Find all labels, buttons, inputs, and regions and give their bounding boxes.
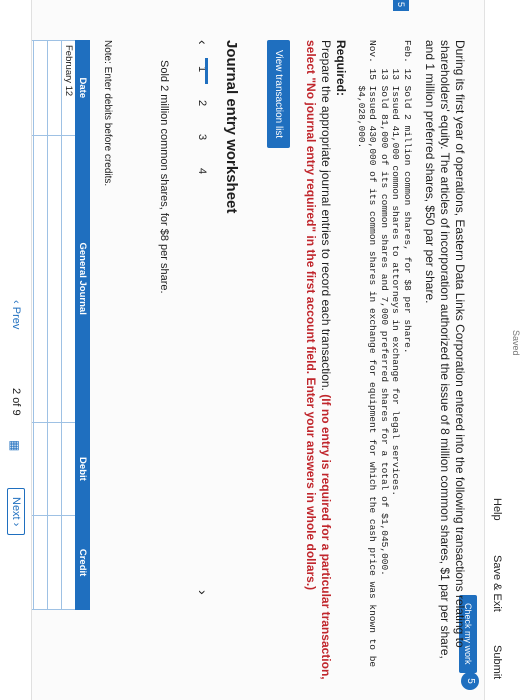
chevron-left-icon[interactable]: ‹ [195, 40, 211, 45]
chevron-right-icon: › [10, 519, 22, 527]
prev-button[interactable]: ‹ Prev [10, 300, 22, 329]
credit-cell[interactable] [47, 515, 62, 610]
page-current: 2 [10, 388, 22, 395]
required-heading: Required: [334, 40, 348, 97]
table-row [47, 40, 62, 610]
help-link[interactable]: Help [491, 498, 503, 521]
prev-label: Prev [10, 306, 22, 330]
submit-link[interactable]: Submit [491, 645, 503, 679]
col-date: Date [75, 40, 90, 136]
next-label: Next [10, 497, 22, 520]
rotated-screen: Saved Help Save & Exit Submit Check my w… [0, 0, 525, 700]
col-general-journal: General Journal [75, 135, 90, 423]
chevron-left-icon: ‹ [10, 300, 22, 307]
top-bar: Saved Help Save & Exit Submit [484, 0, 525, 700]
page-indicator: 2 of 9 [10, 388, 22, 416]
worksheet-page-2[interactable]: 2 [196, 100, 208, 106]
credit-cell[interactable] [33, 515, 48, 610]
transaction-line: Feb. 12 Sold 2 million common shares, fo… [402, 40, 413, 354]
col-debit: Debit [75, 422, 90, 516]
question-side-tab[interactable]: 5 [393, 0, 409, 12]
next-button[interactable]: Next › [7, 488, 25, 536]
attempts-badge: 5 [461, 672, 479, 690]
credit-cell[interactable] [61, 515, 76, 610]
save-exit-link[interactable]: Save & Exit [491, 555, 503, 612]
col-credit: Credit [75, 515, 90, 610]
page-of: of [10, 397, 22, 407]
date-cell[interactable] [47, 40, 62, 136]
required-text: Prepare the appropriate journal entries … [303, 40, 333, 680]
footer-nav: ‹ Prev 2 of 9 ▦ Next › [0, 0, 32, 700]
transaction-line: $4,028,000. [356, 40, 367, 149]
account-cell[interactable] [47, 135, 62, 423]
debit-cell[interactable] [47, 422, 62, 516]
view-transaction-list-button[interactable]: View transaction list [267, 40, 290, 149]
active-page-indicator [205, 58, 208, 84]
entry-note: Note: Enter debits before credits. [102, 40, 113, 187]
debit-cell[interactable] [61, 422, 76, 516]
grid-icon[interactable]: ▦ [8, 440, 22, 451]
table-row: February 12 [61, 40, 76, 610]
worksheet-title: Journal entry worksheet [223, 40, 240, 214]
transaction-line: 13 Sold 81,000 of its common shares and … [379, 40, 390, 576]
transactions-list: Feb. 12 Sold 2 million common shares, fo… [356, 40, 413, 668]
account-cell[interactable] [61, 135, 76, 423]
date-cell[interactable]: February 12 [61, 40, 76, 136]
debit-cell[interactable] [33, 422, 48, 516]
entry-description: Sold 2 million common shares, for $8 per… [158, 60, 170, 294]
saved-status: Saved [511, 330, 521, 356]
required-instruction: Prepare the appropriate journal entries … [319, 40, 333, 391]
chevron-right-icon[interactable]: › [195, 590, 211, 595]
date-cell[interactable] [33, 40, 48, 136]
table-row [33, 40, 48, 610]
worksheet-pagination: ‹ 1 2 3 4 › [188, 40, 211, 600]
worksheet-page-4[interactable]: 4 [196, 168, 208, 174]
account-cell[interactable] [33, 135, 48, 423]
transaction-line: 13 Issued 41,000 common shares to attorn… [390, 40, 402, 497]
page-total: 9 [10, 409, 22, 416]
problem-intro: During its first year of operations, Eas… [423, 40, 467, 659]
transaction-line: Nov. 15 Issued 430,000 of its common sha… [367, 40, 379, 668]
journal-header-row: Date General Journal Debit Credit [75, 40, 90, 610]
worksheet-page-3[interactable]: 3 [196, 134, 208, 140]
